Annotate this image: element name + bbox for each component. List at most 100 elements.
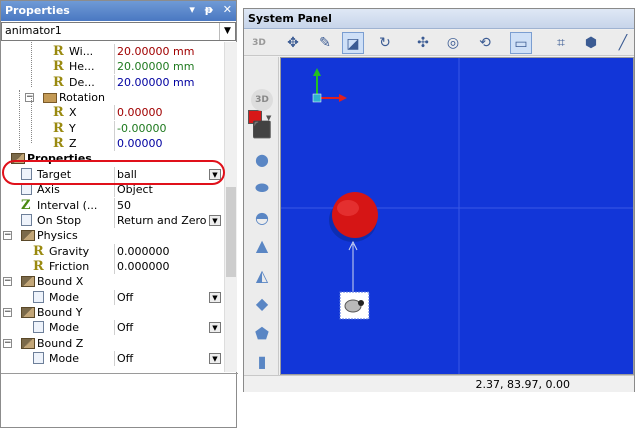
view-3d-icon[interactable]: 3D	[251, 89, 273, 111]
properties-title: Properties	[5, 4, 70, 17]
property-name: Wi...	[69, 45, 94, 58]
line-icon[interactable]: ╱	[612, 32, 634, 54]
close-icon[interactable]: ✕	[223, 3, 232, 16]
property-row[interactable]: Mode Off ▼	[1, 289, 224, 305]
property-row[interactable]: − Rotation	[1, 90, 224, 105]
rotate-icon[interactable]: ↻	[374, 32, 396, 54]
dropdown-arrow-icon[interactable]: ▼	[209, 353, 221, 364]
cylinder-icon[interactable]: ▮	[251, 351, 273, 373]
properties-titlebar: Properties ▾ ᵽ ✕	[1, 1, 236, 21]
property-name: Physics	[37, 229, 78, 243]
axes-icon[interactable]: ⌗	[550, 32, 572, 54]
property-row[interactable]: R Y -0.00000	[1, 120, 224, 136]
scrollbar-thumb[interactable]	[226, 187, 236, 277]
property-row[interactable]: R Wi... 20.00000 mm	[1, 44, 224, 59]
target-highlight-annotation	[2, 160, 225, 185]
collapse-toggle-icon[interactable]: −	[3, 338, 12, 348]
property-value[interactable]: 50	[114, 197, 218, 213]
tree-connector-line	[31, 98, 32, 143]
tree-connector-line	[31, 42, 32, 87]
property-value[interactable]: Return and Zero	[114, 212, 218, 228]
move-icon[interactable]: ✥	[282, 32, 304, 54]
property-value[interactable]: 0.00000	[114, 136, 218, 152]
property-value[interactable]: Off	[114, 289, 218, 305]
collapse-toggle-icon[interactable]: −	[3, 231, 12, 241]
pan-icon[interactable]: ✣	[412, 32, 434, 54]
property-name: De...	[69, 75, 95, 89]
property-value[interactable]: Off	[114, 351, 218, 366]
viewport-toolbar: 3D ✥ ✎ ◪ ↻ ✣ ◎ ⟲ ▭ ⌗ ⬢ ╱	[244, 30, 634, 56]
property-row[interactable]: Mode Off ▼	[1, 320, 224, 336]
orbit-icon[interactable]: ◎	[442, 32, 464, 54]
collapse-toggle-icon[interactable]: −	[25, 93, 34, 103]
property-value[interactable]: 0.00000	[114, 105, 218, 121]
panel-divider	[1, 373, 238, 374]
doc-icon	[21, 213, 32, 226]
property-value[interactable]: -0.00000	[114, 120, 218, 136]
animator-object[interactable]	[339, 291, 370, 320]
cube-view-icon[interactable]: ⬢	[580, 32, 602, 54]
status-bar: 2.37, 83.97, 0.00	[244, 375, 634, 392]
sphere-icon[interactable]: ●	[251, 149, 273, 171]
chevron-down-icon[interactable]: ▼	[219, 23, 235, 40]
property-value[interactable]: 20.00000 mm	[114, 44, 218, 59]
r-icon: R	[33, 258, 44, 274]
view-3d-button[interactable]: 3D	[248, 32, 270, 54]
r-icon: R	[53, 44, 64, 59]
prism-icon[interactable]: ⬟	[251, 323, 273, 345]
3d-viewport[interactable]	[280, 57, 634, 375]
property-row[interactable]: − Bound X	[1, 274, 224, 289]
select-icon[interactable]: ◪	[342, 32, 364, 54]
property-value[interactable]: 20.00000 mm	[114, 74, 218, 90]
property-row[interactable]: R Gravity 0.000000	[1, 243, 224, 259]
system-panel-title: System Panel	[248, 12, 332, 25]
dropdown-arrow-icon[interactable]: ▼	[209, 291, 221, 303]
dropdown-icon[interactable]: ▾	[189, 3, 195, 16]
group-icon	[21, 276, 35, 288]
pen-icon[interactable]: ✎	[314, 32, 336, 54]
pyramid-icon[interactable]: ◭	[251, 265, 273, 287]
shape-sidebar: ▼ 3D ⬛ ● ⬬ ◓ ▲ ◭ ◆ ⬟ ▮	[244, 57, 279, 375]
property-row[interactable]: On Stop Return and Zero ▼	[1, 212, 224, 228]
dropdown-arrow-icon[interactable]: ▼	[209, 214, 221, 226]
property-row[interactable]: − Physics	[1, 228, 224, 243]
property-value[interactable]: 0.000000	[114, 258, 218, 274]
property-name: Mode	[49, 321, 79, 335]
object-selector[interactable]: animator1 ▼	[1, 22, 236, 41]
system-panel-titlebar: System Panel	[244, 9, 634, 29]
hemisphere-icon[interactable]: ◓	[251, 207, 273, 229]
property-row[interactable]: R He... 20.00000 mm	[1, 59, 224, 75]
property-row[interactable]: R X 0.00000	[1, 105, 224, 121]
octahedron-icon[interactable]: ◆	[251, 293, 273, 315]
property-row[interactable]: Mode Off ▼	[1, 351, 224, 366]
group-icon	[21, 337, 35, 349]
ball-object[interactable]	[329, 192, 378, 242]
property-name: Z	[69, 137, 77, 151]
scrollbar[interactable]	[224, 42, 237, 372]
property-row[interactable]: − Bound Z	[1, 336, 224, 351]
property-name: Rotation	[59, 91, 106, 105]
property-row[interactable]: Z Interval (... 50	[1, 197, 224, 213]
dropdown-arrow-icon[interactable]: ▼	[209, 322, 221, 334]
property-value[interactable]: 20.00000 mm	[114, 59, 218, 75]
collapse-toggle-icon[interactable]: −	[3, 277, 12, 287]
group-icon	[21, 306, 35, 318]
collapse-toggle-icon[interactable]: −	[3, 307, 12, 317]
pin-icon[interactable]: ᵽ	[205, 3, 213, 16]
ellipsoid-icon[interactable]: ⬬	[251, 177, 273, 199]
r-icon: R	[53, 105, 64, 121]
property-name: Bound Z	[37, 336, 84, 350]
property-row[interactable]: R Friction 0.000000	[1, 258, 224, 274]
property-row[interactable]: R Z 0.00000	[1, 136, 224, 152]
property-row[interactable]: R De... 20.00000 mm	[1, 74, 224, 90]
property-name: Bound X	[37, 275, 84, 289]
r-icon: R	[53, 59, 64, 75]
property-row[interactable]: − Bound Y	[1, 305, 224, 320]
cone-icon[interactable]: ▲	[251, 235, 273, 257]
camera-icon[interactable]: ⟲	[474, 32, 496, 54]
system-panel: System Panel 3D ✥ ✎ ◪ ↻ ✣ ◎ ⟲ ▭ ⌗ ⬢ ╱ ▼ …	[243, 8, 635, 392]
cube-icon[interactable]: ⬛	[251, 119, 273, 141]
frame-icon[interactable]: ▭	[510, 32, 532, 54]
property-value[interactable]: Off	[114, 320, 218, 336]
property-value[interactable]: 0.000000	[114, 243, 218, 259]
